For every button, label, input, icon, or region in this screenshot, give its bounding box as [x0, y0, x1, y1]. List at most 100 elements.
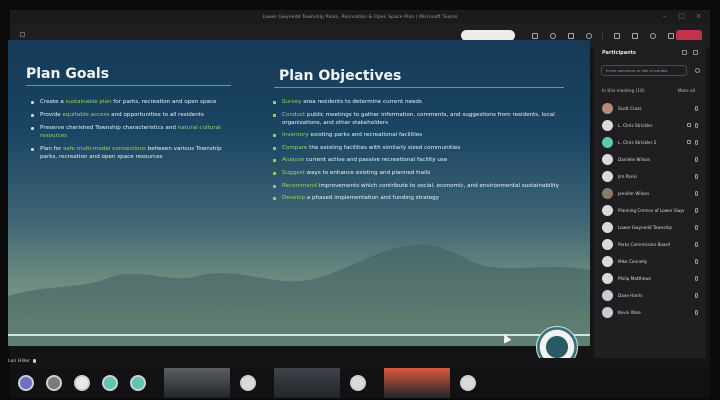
objective-item: Inventory existing parks and recreationa…: [272, 131, 562, 139]
participant-name: Parks Commission Board: [618, 242, 670, 247]
invite-search-input[interactable]: Invite someone or dial a number: [601, 65, 687, 76]
participant-row[interactable]: Dave Harris: [602, 287, 700, 304]
maximize-icon[interactable]: □: [678, 13, 685, 20]
goal-item: Plan for safe multi-modal connections be…: [30, 145, 235, 161]
participant-name: Scott Cross: [618, 106, 642, 111]
mic-icon[interactable]: [648, 31, 657, 41]
participant-row[interactable]: Jim Parisi: [602, 168, 700, 185]
participant-name: L. Chris Strickler: [618, 123, 653, 128]
goal-item: Preserve cherished Township characterist…: [30, 124, 235, 140]
reactions-icon[interactable]: [584, 31, 593, 41]
participant-row[interactable]: Planning Cmmsn of Lower Gwynedd: [602, 202, 700, 219]
avatar: [602, 256, 613, 267]
participant-row[interactable]: Lower Gwynedd Township: [602, 219, 700, 236]
avatar: [602, 103, 613, 114]
participants-panel: Participants Invite someone or dial a nu…: [594, 40, 706, 358]
objective-item: Conduct public meetings to gather inform…: [272, 111, 562, 127]
objectives-heading-rule: [274, 87, 564, 88]
mic-muted-icon: [695, 225, 698, 230]
participant-video-tile[interactable]: [164, 368, 230, 398]
mute-all-link[interactable]: Mute all: [678, 89, 695, 94]
objectives-heading: Plan Objectives: [279, 68, 402, 84]
avatar: [602, 290, 613, 301]
raise-hand-icon[interactable]: [566, 31, 575, 41]
mic-muted-icon: [695, 310, 698, 315]
avatar: [602, 171, 613, 182]
meeting-menu-icon[interactable]: [20, 32, 25, 37]
minimize-icon[interactable]: –: [661, 13, 668, 20]
participant-row[interactable]: Jennifer Wilson: [602, 185, 700, 202]
share-invite-icon[interactable]: [682, 50, 687, 55]
camera-on-icon: [687, 140, 691, 144]
more-icon[interactable]: [612, 31, 621, 41]
camera-icon[interactable]: [630, 31, 639, 41]
goals-heading-rule: [26, 85, 231, 86]
participant-avatar-tile[interactable]: [344, 368, 372, 398]
avatar: [602, 154, 613, 165]
participant-avatar-tile[interactable]: [96, 368, 124, 398]
mic-muted-icon: [695, 293, 698, 298]
avatar: [602, 273, 613, 284]
share-icon[interactable]: [666, 31, 675, 41]
people-icon[interactable]: [530, 31, 539, 41]
participant-avatar-tile[interactable]: [234, 368, 262, 398]
participant-name: L. Chris Strickler 2: [618, 140, 657, 145]
participant-row[interactable]: Parks Commission Board: [602, 236, 700, 253]
participant-row[interactable]: Scott Cross: [602, 100, 700, 117]
participant-avatar-tile[interactable]: [68, 368, 96, 398]
avatar: [602, 239, 613, 250]
participant-row[interactable]: Danielle Wilson: [602, 151, 700, 168]
participant-row[interactable]: L. Chris Strickler 2: [602, 134, 700, 151]
chat-icon[interactable]: [548, 31, 557, 41]
avatar: [602, 137, 613, 148]
participant-name: Jim Parisi: [618, 174, 637, 179]
avatar: [602, 205, 613, 216]
goal-item: Create a sustainable plan for parks, rec…: [30, 98, 235, 106]
participant-name: Danielle Wilson: [618, 157, 651, 162]
video-gallery-strip: [10, 368, 710, 398]
participant-name: Mike Connelly: [618, 259, 648, 264]
participant-row[interactable]: L. Chris Strickler: [602, 117, 700, 134]
participant-name: Jennifer Wilson: [618, 191, 650, 196]
objectives-list: Survey area residents to determine curre…: [272, 98, 562, 207]
participant-name: Planning Cmmsn of Lower Gwynedd: [618, 208, 684, 213]
objective-item: Analyze current active and passive recre…: [272, 156, 562, 164]
close-panel-icon[interactable]: [693, 50, 698, 55]
objective-item: Compare the existing facilities with sim…: [272, 144, 562, 152]
avatar: [350, 375, 366, 391]
avatar: [602, 188, 613, 199]
participant-name: Philip Matthews: [618, 276, 651, 281]
avatar: [102, 375, 118, 391]
avatar: [130, 375, 146, 391]
objective-item: Survey area residents to determine curre…: [272, 98, 562, 106]
window-title: Lower Gwynedd Township Parks, Recreation…: [262, 14, 458, 20]
participant-video-tile[interactable]: [274, 368, 340, 398]
participant-name: Lower Gwynedd Township: [618, 225, 673, 230]
search-icon: [695, 68, 700, 73]
participant-video-tile[interactable]: [384, 368, 450, 398]
participant-name: Dave Harris: [618, 293, 643, 298]
avatar: [460, 375, 476, 391]
participant-avatar-tile[interactable]: [454, 368, 482, 398]
participant-avatar-tile[interactable]: [12, 368, 40, 398]
window-controls: – □ ×: [661, 13, 702, 20]
participant-row[interactable]: Philip Matthews: [602, 270, 700, 287]
avatar: [602, 222, 613, 233]
close-icon[interactable]: ×: [695, 13, 702, 20]
mic-muted-icon: [695, 191, 698, 196]
panel-title: Participants: [602, 50, 637, 56]
objective-item: Recommend improvements which contribute …: [272, 182, 562, 190]
avatar: [602, 307, 613, 318]
goals-list: Create a sustainable plan for parks, rec…: [30, 98, 235, 166]
mic-muted-icon: [695, 208, 698, 213]
participant-row[interactable]: Kevin Wise: [602, 304, 700, 321]
mic-muted-icon: [695, 123, 698, 128]
mic-icon: [32, 359, 36, 363]
participant-name: Kevin Wise: [618, 310, 641, 315]
participant-row[interactable]: Mike Connelly: [602, 253, 700, 270]
participant-avatar-tile[interactable]: [40, 368, 68, 398]
avatar: [74, 375, 90, 391]
section-label[interactable]: In this meeting (16): [602, 89, 645, 94]
participant-avatar-tile[interactable]: [124, 368, 152, 398]
camera-on-icon: [687, 123, 691, 127]
